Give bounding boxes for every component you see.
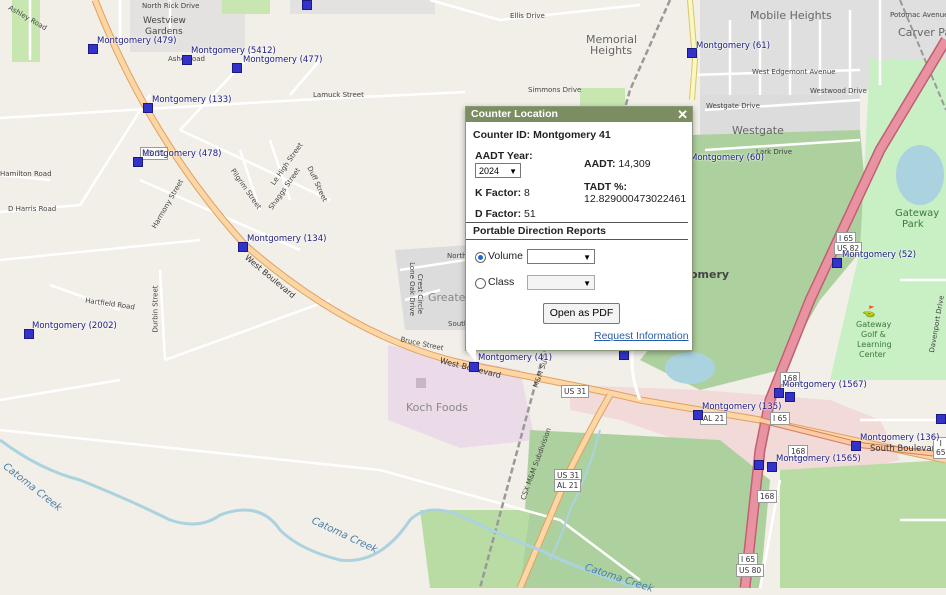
label-south-boulevard: South Boulevard (870, 444, 941, 454)
close-icon[interactable]: ✕ (677, 107, 688, 122)
tadt-value: 12.829000473022461 (584, 193, 687, 205)
shield-168-b: 168 (757, 490, 778, 503)
aadt-label: AADT: (584, 158, 616, 170)
label-golf4: Center (859, 350, 886, 359)
counter-marker-477[interactable] (232, 63, 242, 73)
class-radio[interactable] (475, 278, 486, 289)
popup-header: Counter Location ✕ (466, 107, 692, 122)
counter-label-52[interactable]: Montgomery (52) (842, 250, 916, 260)
counter-label-1567[interactable]: Montgomery (1567) (782, 380, 867, 390)
k-factor-row: K Factor: 8 (475, 187, 530, 199)
label-omery: omery (690, 268, 730, 281)
label-westgate: Westgate (732, 124, 784, 137)
counter-label-477[interactable]: Montgomery (477) (243, 55, 322, 65)
aadt-year-value: 2024 (479, 166, 500, 176)
label-westwood: Westwood Drive (810, 87, 867, 95)
forest-area-south (520, 430, 770, 588)
label-north-rick: North Rick Drive (142, 2, 200, 10)
label-koch-foods: Koch Foods (406, 401, 469, 414)
label-crest-circle: Crest Circle (416, 273, 425, 315)
counter-label-2002[interactable]: Montgomery (2002) (32, 321, 117, 331)
counter-marker-1567-b[interactable] (785, 392, 795, 402)
aadt-year-label: AADT Year: (475, 150, 533, 162)
label-westgate-drive: Westgate Drive (706, 102, 760, 110)
golf-icon: ⛳ (862, 306, 876, 318)
counter-label-133[interactable]: Montgomery (133) (152, 95, 231, 105)
counter-label-134[interactable]: Montgomery (134) (247, 234, 326, 244)
divider-top (466, 222, 688, 223)
label-park: Park (902, 219, 924, 230)
chevron-down-icon: ▼ (583, 279, 591, 288)
counter-label-41[interactable]: Montgomery (41) (478, 353, 552, 363)
shield-us31-b: US 31 (561, 385, 590, 398)
counter-id: Counter ID: Montgomery 41 (473, 129, 611, 141)
volume-label: Volume (488, 250, 524, 262)
request-information-link[interactable]: Request Information (594, 330, 689, 342)
label-west-edgemont: West Edgemont Avenue (752, 68, 836, 76)
label-ellis-drive: Ellis Drive (510, 12, 545, 20)
tadt-label: TADT %: (584, 181, 627, 193)
label-westview: Westview (143, 16, 186, 26)
label-d-harris: D Harris Road (8, 205, 57, 213)
park-green-n2 (580, 88, 625, 106)
shield-i65-b: I 65 (770, 412, 791, 425)
d-factor-value: 51 (524, 208, 536, 220)
label-golf3: Learning (857, 340, 892, 349)
label-gateway: Gateway (895, 208, 940, 219)
aadt-row: AADT: 14,309 (584, 158, 651, 170)
popup-title: Counter Location (471, 108, 558, 120)
forest-area-se (780, 460, 946, 588)
volume-radio[interactable] (475, 252, 486, 263)
label-golf2: Golf & (861, 330, 886, 339)
shield-al21-b: AL 21 (700, 412, 728, 425)
divider-bottom (466, 239, 688, 240)
counter-marker-52[interactable] (832, 258, 842, 268)
industry-marker (416, 378, 426, 388)
class-select[interactable]: ▼ (527, 275, 595, 290)
counter-label-479[interactable]: Montgomery (479) (97, 36, 176, 46)
open-pdf-button[interactable]: Open as PDF (543, 303, 620, 324)
label-golf1: Gateway (856, 320, 892, 329)
k-factor-label: K Factor: (475, 187, 522, 199)
counter-label-135[interactable]: Montgomery (135) (702, 402, 781, 412)
aadt-value: 14,309 (618, 158, 651, 170)
label-hamilton: Hamilton Road (0, 170, 52, 178)
counter-marker-east[interactable] (936, 414, 946, 424)
counter-location-popup: Counter Location ✕ Counter ID: Montgomer… (465, 106, 693, 362)
counter-label-1565[interactable]: Montgomery (1565) (776, 454, 861, 464)
counter-marker-pond[interactable] (619, 350, 629, 360)
class-label: Class (488, 276, 515, 288)
gateway-lake (896, 145, 944, 205)
counter-marker-41[interactable] (469, 362, 479, 372)
counter-marker-5412[interactable] (182, 55, 192, 65)
counter-label-61[interactable]: Montgomery (61) (696, 41, 770, 51)
label-carver-park: Carver Park (898, 26, 946, 39)
shield-us80: US 80 (736, 564, 765, 577)
volume-select[interactable]: ▼ (527, 249, 595, 264)
label-mobile-heights: Mobile Heights (750, 9, 832, 22)
popup-tail (466, 350, 476, 362)
counter-label-60[interactable]: Montgomery (60) (690, 153, 764, 163)
k-factor-value: 8 (524, 187, 530, 199)
label-lone-oak: Lone Oak Drive (407, 262, 416, 316)
d-factor-row: D Factor: 51 (475, 208, 536, 220)
section-title: Portable Direction Reports (473, 225, 607, 237)
pond-east (665, 352, 715, 384)
park-green-n (222, 0, 270, 14)
counter-label-136[interactable]: Montgomery (136) (860, 433, 939, 443)
counter-marker-north[interactable] (302, 0, 312, 10)
counter-label-478[interactable]: Montgomery (478) (142, 149, 221, 159)
label-simmons: Simmons Drive (528, 86, 582, 94)
label-durbin: Durbin Street (151, 285, 160, 333)
shield-al21-a: AL 21 (554, 479, 582, 492)
aadt-year-select[interactable]: 2024 ▼ (475, 163, 521, 178)
label-lamuck: Lamuck Street (313, 91, 364, 99)
label-potomac: Potomac Avenue (890, 11, 946, 19)
d-factor-label: D Factor: (475, 208, 522, 220)
chevron-down-icon: ▼ (583, 253, 591, 262)
counter-marker-1565-a[interactable] (754, 460, 764, 470)
chevron-down-icon: ▼ (509, 167, 517, 176)
label-heights: Heights (590, 44, 633, 57)
